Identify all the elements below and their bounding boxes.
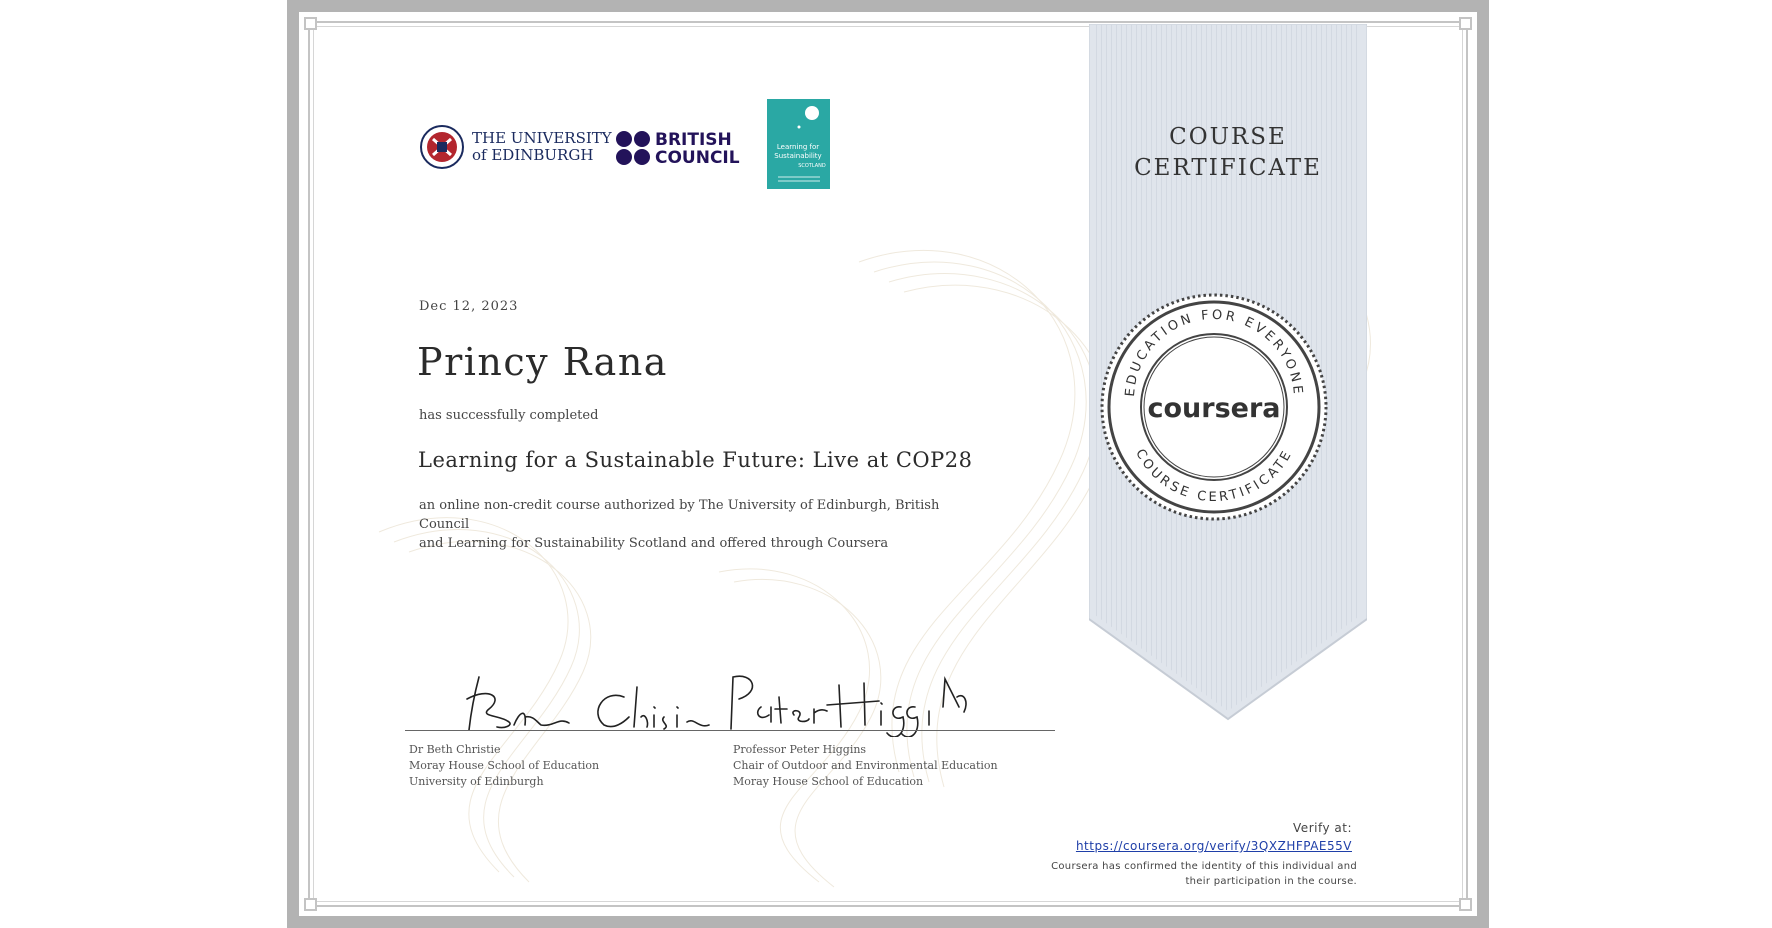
verify-link[interactable]: https://coursera.org/verify/3QXZHFPAE55V [1076,839,1352,853]
verification-block: Verify at: https://coursera.org/verify/3… [1076,821,1352,854]
issue-date: Dec 12, 2023 [419,299,519,314]
signatory-1: Dr Beth Christie Moray House School of E… [409,742,599,790]
signatory-name: Professor Peter Higgins [733,743,867,756]
recipient-name: Princy Rana [417,340,668,384]
corner-ornament [1459,17,1472,30]
edinburgh-logo-line2: of EDINBURGH [472,146,593,164]
partner-logos: THE UNIVERSITY of EDINBURGH BRITISH COUN… [420,99,830,189]
signatory-institution: University of Edinburgh [409,775,544,788]
certificate-paper: THE UNIVERSITY of EDINBURGH BRITISH COUN… [299,12,1477,916]
signatory-2: Professor Peter Higgins Chair of Outdoor… [733,742,998,790]
ribbon-title-line: CERTIFICATE [1134,155,1322,181]
ribbon-title: COURSE CERTIFICATE [1089,122,1367,184]
signature-line [405,730,1055,731]
identity-confirmation: Coursera has confirmed the identity of t… [1017,859,1357,889]
confirm-line: Coursera has confirmed the identity of t… [1051,861,1357,872]
lfs-line3: SCOTLAND [798,163,826,169]
seal-brand: coursera [1147,393,1280,424]
description-line: and Learning for Sustainability Scotland… [419,536,889,551]
signatory-institution: Moray House School of Education [733,775,924,788]
british-council-line1: BRITISH [655,130,732,150]
course-description: an online non-credit course authorized b… [419,496,979,553]
verify-label: Verify at: [1293,821,1352,835]
ribbon-title-line: COURSE [1169,124,1287,150]
coursera-seal: EDUCATION FOR EVERYONE COURSE CERTIFICAT… [1100,293,1328,521]
confirm-line: their participation in the course. [1185,876,1357,887]
completion-statement: has successfully completed [419,408,599,423]
course-title: Learning for a Sustainable Future: Live … [418,448,973,472]
corner-ornament [304,898,317,911]
british-council-logo: BRITISH COUNCIL [616,130,740,168]
edinburgh-logo: THE UNIVERSITY of EDINBURGH [420,125,613,169]
signature-peter-higgins [730,675,967,737]
signatory-name: Dr Beth Christie [409,743,501,756]
description-line: an online non-credit course authorized b… [419,498,940,532]
signatory-title: Moray House School of Education [409,759,600,772]
lfs-line1: Learning for [777,143,819,151]
edinburgh-logo-line1: THE UNIVERSITY [472,129,613,147]
lfs-line2: Sustainability [774,152,821,160]
signature-beth-christie [466,676,710,731]
signatures [466,675,967,737]
signatory-title: Chair of Outdoor and Environmental Educa… [733,759,998,772]
certificate-frame: THE UNIVERSITY of EDINBURGH BRITISH COUN… [287,0,1489,928]
lfs-scotland-logo: Learning for Sustainability SCOTLAND [767,99,830,189]
british-council-line2: COUNCIL [655,148,740,168]
corner-ornament [304,17,317,30]
corner-ornament [1459,898,1472,911]
